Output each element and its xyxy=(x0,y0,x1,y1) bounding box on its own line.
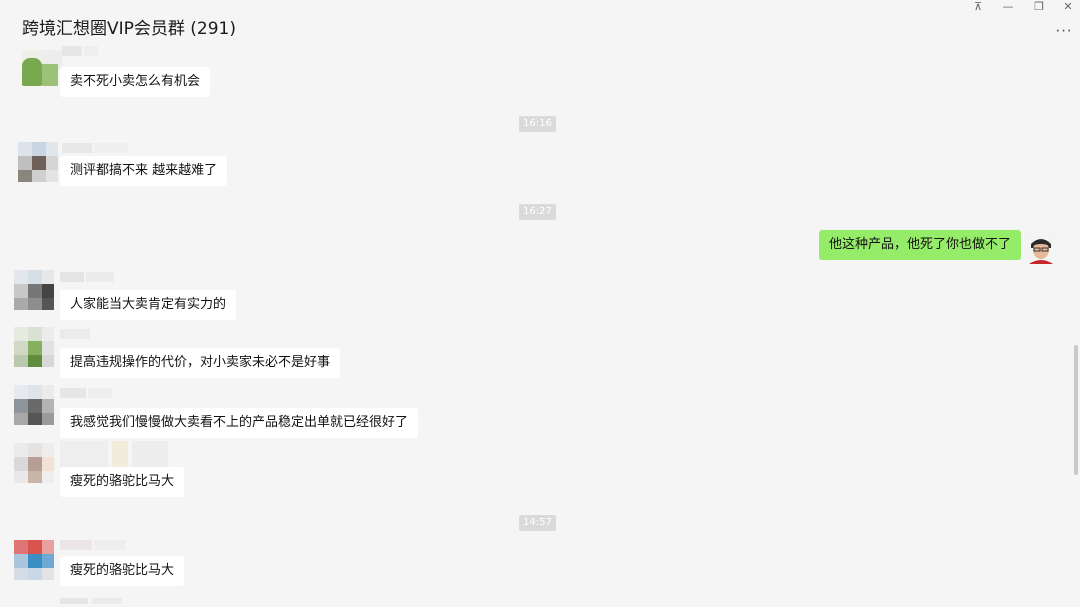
scrollbar[interactable] xyxy=(1074,345,1078,475)
restore-button[interactable]: ❐ xyxy=(1027,0,1051,14)
avatar[interactable] xyxy=(18,142,58,182)
avatar[interactable] xyxy=(14,270,54,310)
chat-header: 跨境汇想圈VIP会员群 (291) xyxy=(0,0,1080,50)
message-bubble[interactable]: 瘦死的骆驼比马大 xyxy=(60,467,185,497)
avatar[interactable] xyxy=(14,327,54,367)
message-bubble[interactable]: 卖不死小卖怎么有机会 xyxy=(60,67,211,97)
avatar[interactable] xyxy=(14,540,54,580)
minimize-button[interactable]: — xyxy=(996,0,1020,14)
sender-name xyxy=(60,540,130,550)
sender-name xyxy=(60,388,116,398)
timestamp: 14:57 xyxy=(519,515,556,531)
avatar[interactable] xyxy=(14,443,54,483)
sender-name xyxy=(60,272,116,282)
more-options-button[interactable]: ··· xyxy=(1055,24,1073,39)
close-button[interactable]: ✕ xyxy=(1056,0,1080,14)
message-bubble[interactable]: 瘦死的骆驼比马大 xyxy=(60,556,185,586)
avatar[interactable] xyxy=(22,50,62,90)
timestamp: 16:16 xyxy=(519,116,556,132)
message-bubble-self[interactable]: 他这种产品，他死了你也做不了 xyxy=(819,230,1022,260)
sender-name xyxy=(60,441,172,469)
sender-name xyxy=(62,46,102,56)
sender-name xyxy=(60,598,130,604)
pin-icon[interactable]: ⊼ xyxy=(966,0,990,14)
message-bubble[interactable]: 我感觉我们慢慢做大卖看不上的产品稳定出单就已经很好了 xyxy=(60,408,419,438)
message-bubble[interactable]: 提高违规操作的代价，对小卖家未必不是好事 xyxy=(60,348,341,378)
message-bubble[interactable]: 测评都搞不来 越来越难了 xyxy=(60,156,228,186)
sender-name xyxy=(60,329,94,339)
avatar[interactable] xyxy=(14,385,54,425)
timestamp: 16:27 xyxy=(519,204,556,220)
avatar[interactable] xyxy=(1025,232,1057,264)
chat-title: 跨境汇想圈VIP会员群 (291) xyxy=(22,19,237,39)
message-bubble[interactable]: 人家能当大卖肯定有实力的 xyxy=(60,290,237,320)
sender-name xyxy=(62,143,132,153)
